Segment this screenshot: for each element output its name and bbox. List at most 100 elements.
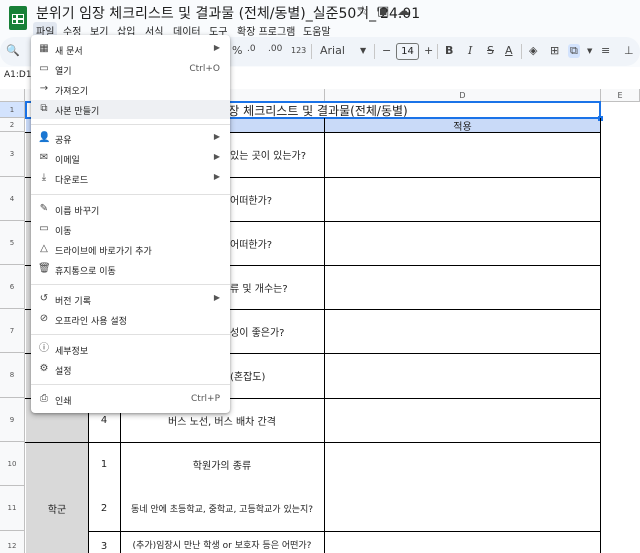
menu-item-version-history[interactable]: ↺ 버전 기록 ▶ — [31, 290, 230, 309]
chevron-right-icon: ▶ — [213, 293, 220, 302]
menu-item-settings[interactable]: ⚙ 설정 — [31, 360, 230, 379]
question-cell[interactable]: 학원가의 종류 — [120, 442, 324, 486]
row-header-8[interactable]: 8 — [0, 353, 25, 398]
menu-item-new[interactable]: ▦ 새 문서 ▶ — [31, 40, 230, 59]
row-header-9[interactable]: 9 — [0, 398, 25, 442]
settings-icon: ⚙ — [39, 363, 49, 374]
bold-button[interactable]: B — [445, 44, 453, 57]
row-header-12[interactable]: 12 — [0, 531, 25, 553]
menu-item-share[interactable]: 👤 공유 ▶ — [31, 129, 230, 148]
offline-icon: ⊘ — [39, 313, 49, 324]
trash-icon: 🗑 — [38, 263, 51, 274]
question-cell[interactable]: 어떠한가? — [230, 221, 324, 265]
share-icon: 👤 — [38, 132, 51, 143]
name-box[interactable]: A1:D1 — [4, 70, 32, 80]
menu-item-open[interactable]: ▭ 열기 Ctrl+O — [31, 60, 230, 79]
menu-item-offline[interactable]: ⊘ 오프라인 사용 설정 — [31, 310, 230, 329]
font-size-decrease-button[interactable]: − — [382, 44, 391, 57]
italic-button[interactable]: I — [468, 44, 472, 57]
question-cell[interactable]: 있는 곳이 있는가? — [230, 132, 324, 177]
menu-item-email[interactable]: ✉ 이메일 ▶ — [31, 149, 230, 168]
menu-item-add-shortcut[interactable]: △ 드라이브에 바로가기 추가 — [31, 240, 230, 259]
increase-decimal-button[interactable]: .00 — [268, 44, 282, 54]
chevron-down-icon[interactable]: ▼ — [587, 47, 592, 55]
row-header-6[interactable]: 6 — [0, 265, 25, 309]
download-icon: ⤓ — [41, 172, 47, 183]
number-cell[interactable]: 3 — [88, 531, 120, 553]
question-cell[interactable]: (혼잡도) — [230, 353, 324, 398]
toolbar-divider — [437, 44, 438, 59]
question-cell[interactable]: (추가)임장시 만난 학생 or 보호자 등은 어떤가? — [120, 538, 324, 553]
menu-divider — [31, 384, 230, 385]
menu-divider — [31, 124, 230, 125]
strikethrough-button[interactable]: S — [487, 44, 494, 57]
move-to-folder-icon[interactable]: ▣ — [377, 4, 389, 19]
font-family-select[interactable]: Arial — [320, 44, 345, 57]
font-size-increase-button[interactable]: + — [424, 44, 433, 57]
menu-item-details[interactable]: ⓘ 세부정보 — [31, 340, 230, 359]
open-folder-icon: ▭ — [39, 63, 49, 74]
drive-shortcut-icon: △ — [40, 243, 48, 254]
info-icon: ⓘ — [39, 343, 49, 354]
file-menu-dropdown: ▦ 새 문서 ▶ ▭ 열기 Ctrl+O → 가져오기 ⧉ 사본 만들기 👤 공유 ▶ ✉ 이메일… — [31, 35, 230, 413]
question-cell[interactable]: 성이 좋은가? — [230, 309, 324, 353]
decrease-decimal-button[interactable]: .0 — [247, 44, 256, 54]
menu-item-download[interactable]: ⤓ 다운로드 ▶ — [31, 169, 230, 188]
grid-line — [324, 118, 325, 553]
toolbar-divider — [311, 44, 312, 59]
print-icon: ⎙ — [40, 393, 48, 404]
menu-item-print[interactable]: ⎙ 인쇄 Ctrl+P — [31, 390, 230, 409]
question-cell[interactable]: 어떠한가? — [230, 177, 324, 221]
number-cell[interactable]: 1 — [88, 442, 120, 486]
move-icon: ▭ — [39, 223, 49, 234]
row-header-4[interactable]: 4 — [0, 177, 25, 221]
chevron-down-icon[interactable]: ▼ — [360, 46, 366, 55]
format-percent-button[interactable]: % — [232, 44, 242, 57]
number-format-button[interactable]: 123 — [291, 46, 306, 55]
chevron-right-icon: ▶ — [213, 132, 220, 141]
menu-item-move[interactable]: ▭ 이동 — [31, 220, 230, 239]
grid-line — [600, 118, 601, 553]
number-cell[interactable]: 2 — [88, 486, 120, 531]
star-icon[interactable]: ☆ — [357, 4, 369, 19]
toolbar-divider — [374, 44, 375, 59]
menu-item-rename[interactable]: ✎ 이름 바꾸기 — [31, 200, 230, 219]
column-header-e[interactable]: E — [601, 89, 640, 102]
import-icon: → — [39, 83, 49, 94]
chevron-right-icon: ▶ — [213, 152, 220, 161]
menu-item-import[interactable]: → 가져오기 — [31, 80, 230, 99]
row-header-2[interactable]: 2 — [0, 118, 25, 132]
text-color-button[interactable]: A — [505, 44, 513, 57]
menu-item-make-copy[interactable]: ⧉ 사본 만들기 — [31, 100, 230, 119]
menu-item-trash[interactable]: 🗑 휴지통으로 이동 — [31, 260, 230, 279]
new-sheet-icon: ▦ — [39, 43, 49, 54]
search-menus-icon[interactable]: 🔍 — [6, 44, 20, 57]
row-header-1[interactable]: 1 — [0, 102, 25, 118]
category-cell-school[interactable]: 학군 — [26, 486, 88, 531]
font-size-input[interactable]: 14 — [396, 43, 419, 60]
grid-line — [88, 531, 600, 532]
vertical-align-icon[interactable]: ⊥ — [624, 44, 634, 57]
row-header-10[interactable]: 10 — [0, 442, 25, 486]
question-cell[interactable]: 류 및 개수는? — [230, 265, 324, 309]
toolbar-divider — [521, 44, 522, 59]
select-all-corner[interactable] — [0, 89, 25, 102]
horizontal-align-icon[interactable]: ≡ — [601, 44, 610, 57]
borders-icon[interactable]: ⊞ — [550, 44, 559, 57]
merge-cells-icon[interactable]: ⧉ — [568, 44, 580, 58]
row-header-5[interactable]: 5 — [0, 221, 25, 265]
row-header-7[interactable]: 7 — [0, 309, 25, 353]
sheets-logo-icon[interactable] — [9, 6, 27, 30]
cloud-status-icon[interactable]: ☁ — [397, 4, 410, 19]
history-icon: ↺ — [39, 293, 49, 304]
header-cell-apply[interactable]: 적용 — [325, 118, 600, 133]
email-icon: ✉ — [39, 152, 49, 163]
question-cell[interactable]: 동네 안에 초등학교, 중학교, 고등학교가 있는지? — [120, 486, 324, 531]
copy-icon: ⧉ — [40, 103, 48, 114]
menu-divider — [31, 194, 230, 195]
row-header-3[interactable]: 3 — [0, 132, 25, 177]
row-header-11[interactable]: 11 — [0, 486, 25, 531]
fill-color-icon[interactable]: ◈ — [529, 44, 537, 57]
chevron-right-icon: ▶ — [213, 172, 220, 181]
menu-divider — [31, 284, 230, 285]
